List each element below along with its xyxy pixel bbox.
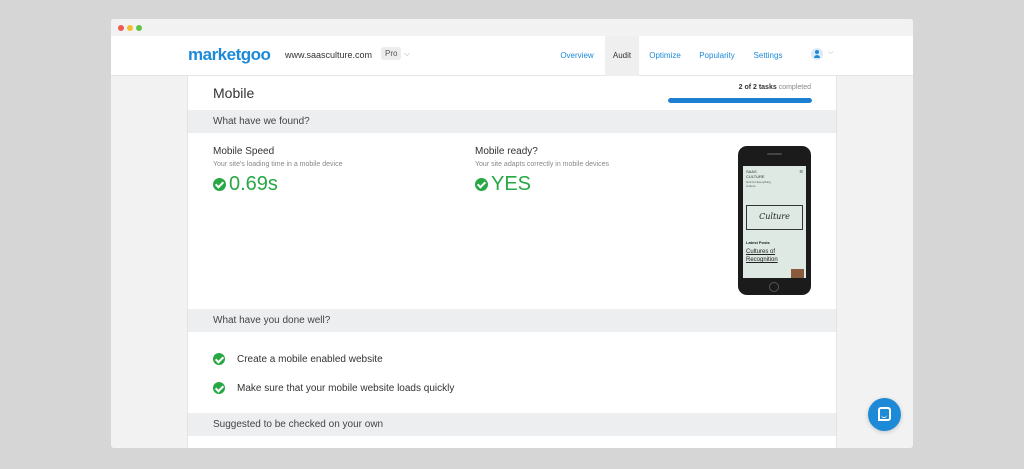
metric-ready-description: Your site adapts correctly in mobile dev… (475, 161, 609, 168)
minimize-window-button[interactable] (127, 25, 133, 31)
tasks-progress-fill (668, 98, 812, 103)
chat-bubble-icon (878, 407, 891, 421)
tasks-count: 2 of 2 tasks (738, 84, 777, 91)
tasks-progress-bar (668, 98, 812, 103)
preview-site-name: SAAS CULTURE (746, 169, 765, 179)
mobile-preview-phone: SAAS CULTURE Hub for Everything Culture … (738, 146, 811, 295)
user-avatar-icon[interactable] (811, 48, 823, 60)
top-navbar: marketgoo www.saasculture.com Pro ⌵ Over… (111, 36, 913, 76)
preview-logo-box: Culture (746, 205, 803, 230)
audit-panel: Mobile 2 of 2 tasks completed What have … (187, 76, 837, 448)
window-titlebar (111, 19, 913, 36)
nav-audit[interactable]: Audit (605, 36, 639, 76)
maximize-window-button[interactable] (136, 25, 142, 31)
metric-ready-text: YES (491, 173, 532, 195)
preview-logo-text: Culture (759, 212, 790, 221)
metric-speed-label: Mobile Speed (213, 146, 275, 157)
check-circle-icon (213, 382, 225, 394)
preview-post-thumbnail (791, 269, 804, 278)
preview-tagline: Hub for Everything Culture (746, 180, 771, 188)
done-item: Make sure that your mobile website loads… (213, 382, 454, 394)
preview-latest-label: Latest Posts (746, 240, 770, 245)
metric-speed-description: Your site's loading time in a mobile dev… (213, 161, 343, 168)
nav-overview[interactable]: Overview (553, 36, 601, 76)
section-header-found: What have we found? (188, 110, 836, 133)
section-header-suggested: Suggested to be checked on your own (188, 413, 836, 436)
metric-speed-value: 0.69s (213, 173, 278, 196)
chat-support-button[interactable] (868, 398, 901, 431)
tasks-suffix: completed (778, 84, 811, 91)
hamburger-menu-icon: ☰ (799, 169, 803, 174)
done-item-label: Create a mobile enabled website (237, 353, 383, 365)
done-item-label: Make sure that your mobile website loads… (237, 382, 455, 394)
site-selector[interactable]: www.saasculture.com (285, 50, 372, 60)
check-circle-icon (475, 178, 488, 191)
nav-optimize[interactable]: Optimize (644, 36, 686, 76)
phone-screen: SAAS CULTURE Hub for Everything Culture … (743, 166, 806, 278)
nav-settings[interactable]: Settings (748, 36, 788, 76)
plan-badge: Pro (381, 47, 402, 60)
metric-speed-number: 0.69s (229, 173, 278, 195)
preview-post-title: Cultures of Recognition (746, 249, 778, 263)
check-circle-icon (213, 178, 226, 191)
phone-speaker (767, 153, 782, 155)
user-chevron-down-icon[interactable]: ⌵ (828, 49, 833, 57)
phone-home-button (769, 282, 779, 292)
marketgoo-logo[interactable]: marketgoo (188, 45, 271, 65)
tasks-status: 2 of 2 tasks completed (739, 84, 811, 91)
done-item: Create a mobile enabled website (213, 353, 383, 365)
nav-popularity[interactable]: Popularity (694, 36, 740, 76)
page-title: Mobile (213, 85, 255, 101)
check-circle-icon (213, 353, 225, 365)
chevron-down-icon[interactable]: ⌵ (404, 49, 410, 59)
close-window-button[interactable] (118, 25, 124, 31)
section-header-done-well: What have you done well? (188, 309, 836, 332)
metric-ready-value: YES (475, 173, 531, 196)
metric-ready-label: Mobile ready? (475, 146, 538, 157)
browser-window: marketgoo www.saasculture.com Pro ⌵ Over… (111, 19, 913, 448)
